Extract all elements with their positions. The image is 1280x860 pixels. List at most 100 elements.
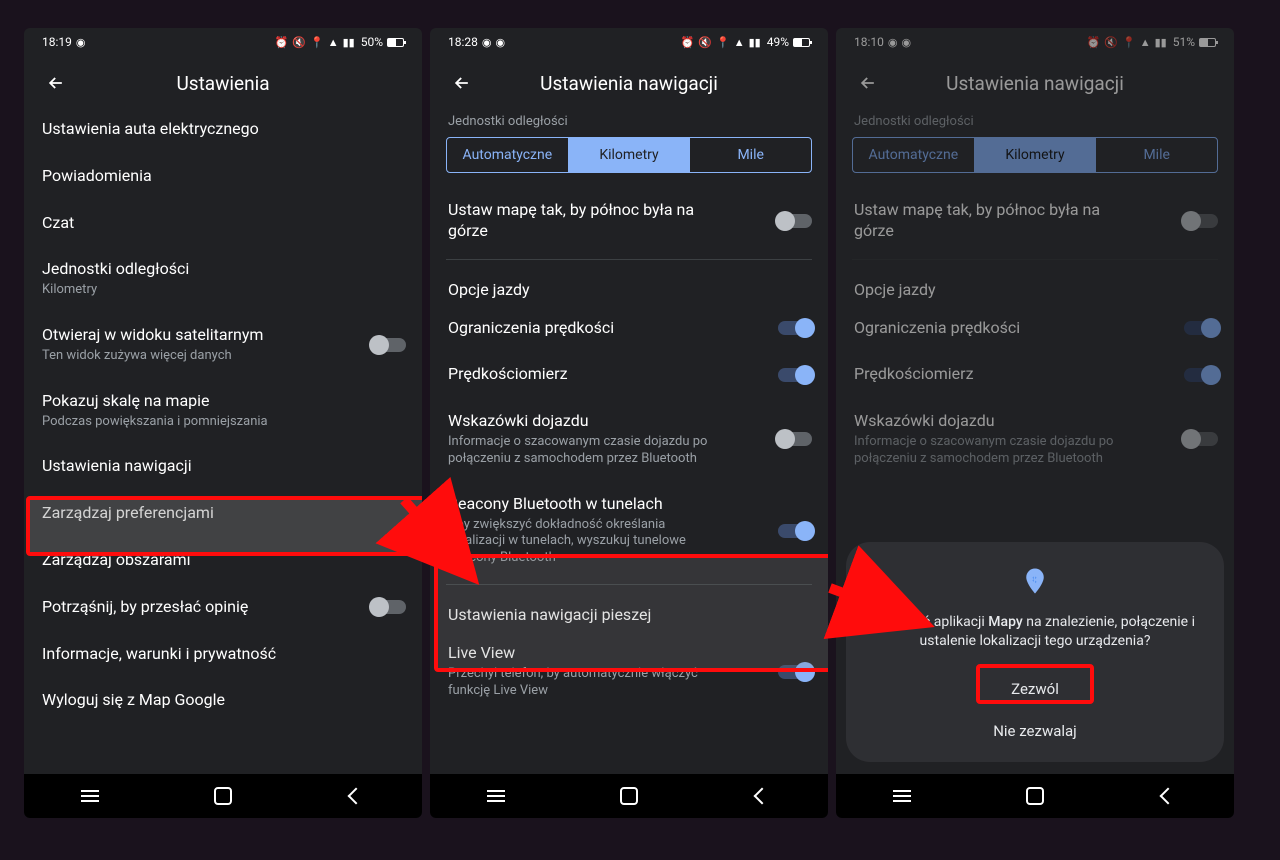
recent-apps-button[interactable] <box>77 783 103 809</box>
battery-icon <box>387 38 404 47</box>
signal-icon: ▮▮ <box>749 37 761 48</box>
row-subtitle: Podczas powiększania i pomniejszania <box>42 414 404 431</box>
settings-row[interactable]: Pokazuj skalę na mapiePodczas powiększan… <box>40 378 406 444</box>
distance-units-segmented[interactable]: AutomatyczneKilometryMile <box>446 137 812 173</box>
settings-row[interactable]: Wskazówki dojazduInformacje o szacowanym… <box>852 398 1218 481</box>
location-icon: 📍 <box>1122 37 1136 48</box>
messenger-icon: ◉ <box>496 37 506 48</box>
back-button[interactable] <box>34 61 78 105</box>
highlight-bluetooth-beacons <box>434 554 828 672</box>
settings-row[interactable]: Czat <box>40 200 406 247</box>
toggle-switch[interactable] <box>778 214 812 228</box>
toggle-switch[interactable] <box>778 368 812 382</box>
back-button[interactable] <box>440 61 484 105</box>
phone-screenshot-2: 18:28 ◉ ◉ ⏰ 🔇 📍 ▲ ▮▮ 49% Ustawienia nawi… <box>430 28 828 818</box>
allow-button[interactable]: Zezwól <box>866 668 1204 710</box>
location-icon: 📍 <box>310 37 324 48</box>
distance-units-segmented[interactable]: AutomatyczneKilometryMile <box>852 137 1218 173</box>
nav-settings-list[interactable]: Jednostki odległościAutomatyczneKilometr… <box>430 110 828 774</box>
segment-option[interactable]: Automatyczne <box>853 138 975 172</box>
phone-screenshot-3: 18:10 ◉ ◉ ⏰ 🔇 📍 ▲ ▮▮ 51% Ustawienia nawi… <box>836 28 1234 818</box>
section-header-drive: Opcje jazdy <box>446 264 812 305</box>
alarm-icon: ⏰ <box>681 37 695 48</box>
settings-row[interactable]: Wyloguj się z Map Google <box>40 677 406 724</box>
settings-row[interactable]: Otwieraj w widoku satelitarnym Ten widok … <box>40 312 406 378</box>
toggle-switch[interactable] <box>1184 321 1218 335</box>
row-title: Jednostki odległości <box>42 259 404 280</box>
segment-option[interactable]: Kilometry <box>569 138 691 172</box>
toggle-switch[interactable] <box>778 432 812 446</box>
mute-icon: 🔇 <box>292 37 306 48</box>
row-title: Ustaw mapę tak, by północ była na górze <box>448 200 762 242</box>
toggle-switch[interactable] <box>372 338 406 352</box>
row-title: Ustawienia auta elektrycznego <box>42 119 404 140</box>
row-title: Prędkościomierz <box>448 364 762 385</box>
system-navbar <box>836 774 1234 818</box>
toggle-switch[interactable] <box>372 600 406 614</box>
settings-row[interactable]: Ustawienia auta elektrycznego <box>40 106 406 153</box>
settings-row[interactable]: Potrząśnij, by przesłać opinię <box>40 584 406 631</box>
recent-apps-button[interactable] <box>483 783 509 809</box>
row-subtitle: Ten widok zużywa więcej danych <box>42 348 356 365</box>
settings-row[interactable]: Ograniczenia prędkości <box>446 305 812 352</box>
settings-row[interactable]: Ustaw mapę tak, by północ była na górze <box>446 187 812 255</box>
settings-row[interactable]: Ustawienia nawigacji <box>40 443 406 490</box>
battery-icon <box>793 38 810 47</box>
system-back-button[interactable] <box>343 783 369 809</box>
settings-row[interactable]: Prędkościomierz <box>852 351 1218 398</box>
segment-option[interactable]: Mile <box>690 138 811 172</box>
recent-apps-button[interactable] <box>889 783 915 809</box>
segment-option[interactable]: Automatyczne <box>447 138 569 172</box>
settings-row[interactable]: Wskazówki dojazduInformacje o szacowanym… <box>446 398 812 481</box>
settings-row[interactable]: Ograniczenia prędkości <box>852 305 1218 352</box>
row-title: Potrząśnij, by przesłać opinię <box>42 597 356 618</box>
home-button[interactable] <box>210 783 236 809</box>
toggle-switch[interactable] <box>1184 432 1218 446</box>
signal-icon: ▮▮ <box>343 37 355 48</box>
deny-button[interactable]: Nie zezwalaj <box>866 710 1204 752</box>
row-title: Czat <box>42 213 404 234</box>
settings-row[interactable]: Powiadomienia <box>40 153 406 200</box>
status-bar: 18:28 ◉ ◉ ⏰ 🔇 📍 ▲ ▮▮ 49% <box>430 28 828 56</box>
row-title: Wskazówki dojazdu <box>854 411 1168 432</box>
status-time: 18:10 <box>854 35 884 49</box>
mute-icon: 🔇 <box>1104 37 1118 48</box>
system-back-button[interactable] <box>749 783 775 809</box>
row-title: Ustaw mapę tak, by północ była na górze <box>854 200 1168 242</box>
wifi-icon: ▲ <box>734 37 745 48</box>
permission-dialog: Zezwolić aplikacji Mapy na znalezienie, … <box>846 542 1224 762</box>
settings-row[interactable]: Informacje, warunki i prywatność <box>40 631 406 678</box>
toggle-switch[interactable] <box>778 321 812 335</box>
signal-icon: ▮▮ <box>1155 37 1167 48</box>
settings-row[interactable]: Ustaw mapę tak, by północ była na górze <box>852 187 1218 255</box>
alarm-icon: ⏰ <box>1087 37 1101 48</box>
toggle-switch[interactable] <box>1184 214 1218 228</box>
units-header: Jednostki odległości <box>852 110 1218 137</box>
home-button[interactable] <box>1022 783 1048 809</box>
battery-percent: 51% <box>1173 35 1195 49</box>
battery-percent: 50% <box>361 35 383 49</box>
messenger-icon: ◉ <box>888 37 898 48</box>
row-subtitle: Kilometry <box>42 282 404 299</box>
toggle-switch[interactable] <box>778 524 812 538</box>
row-title: Otwieraj w widoku satelitarnym <box>42 325 356 346</box>
segment-option[interactable]: Kilometry <box>975 138 1097 172</box>
system-back-button[interactable] <box>1155 783 1181 809</box>
back-button[interactable] <box>846 61 890 105</box>
segment-option[interactable]: Mile <box>1096 138 1217 172</box>
tutorial-stage: 18:19 ◉ ⏰ 🔇 📍 ▲ ▮▮ 50% Ustawienia Ustawi… <box>0 0 1280 860</box>
alarm-icon: ⏰ <box>275 37 289 48</box>
app-bar: Ustawienia nawigacji <box>430 56 828 110</box>
messenger-icon: ◉ <box>902 37 912 48</box>
settings-row[interactable]: Prędkościomierz <box>446 351 812 398</box>
toggle-switch[interactable] <box>1184 368 1218 382</box>
row-title: Wyloguj się z Map Google <box>42 690 404 711</box>
row-subtitle: Informacje o szacowanym czasie dojazdu p… <box>448 434 762 468</box>
settings-list[interactable]: Ustawienia auta elektrycznego Powiadomien… <box>24 106 422 774</box>
row-title: Informacje, warunki i prywatność <box>42 644 404 665</box>
status-time: 18:19 <box>42 35 72 49</box>
row-title: Ograniczenia prędkości <box>854 318 1168 339</box>
settings-row[interactable]: Jednostki odległości Kilometry <box>40 246 406 312</box>
home-button[interactable] <box>616 783 642 809</box>
row-title: Powiadomienia <box>42 166 404 187</box>
